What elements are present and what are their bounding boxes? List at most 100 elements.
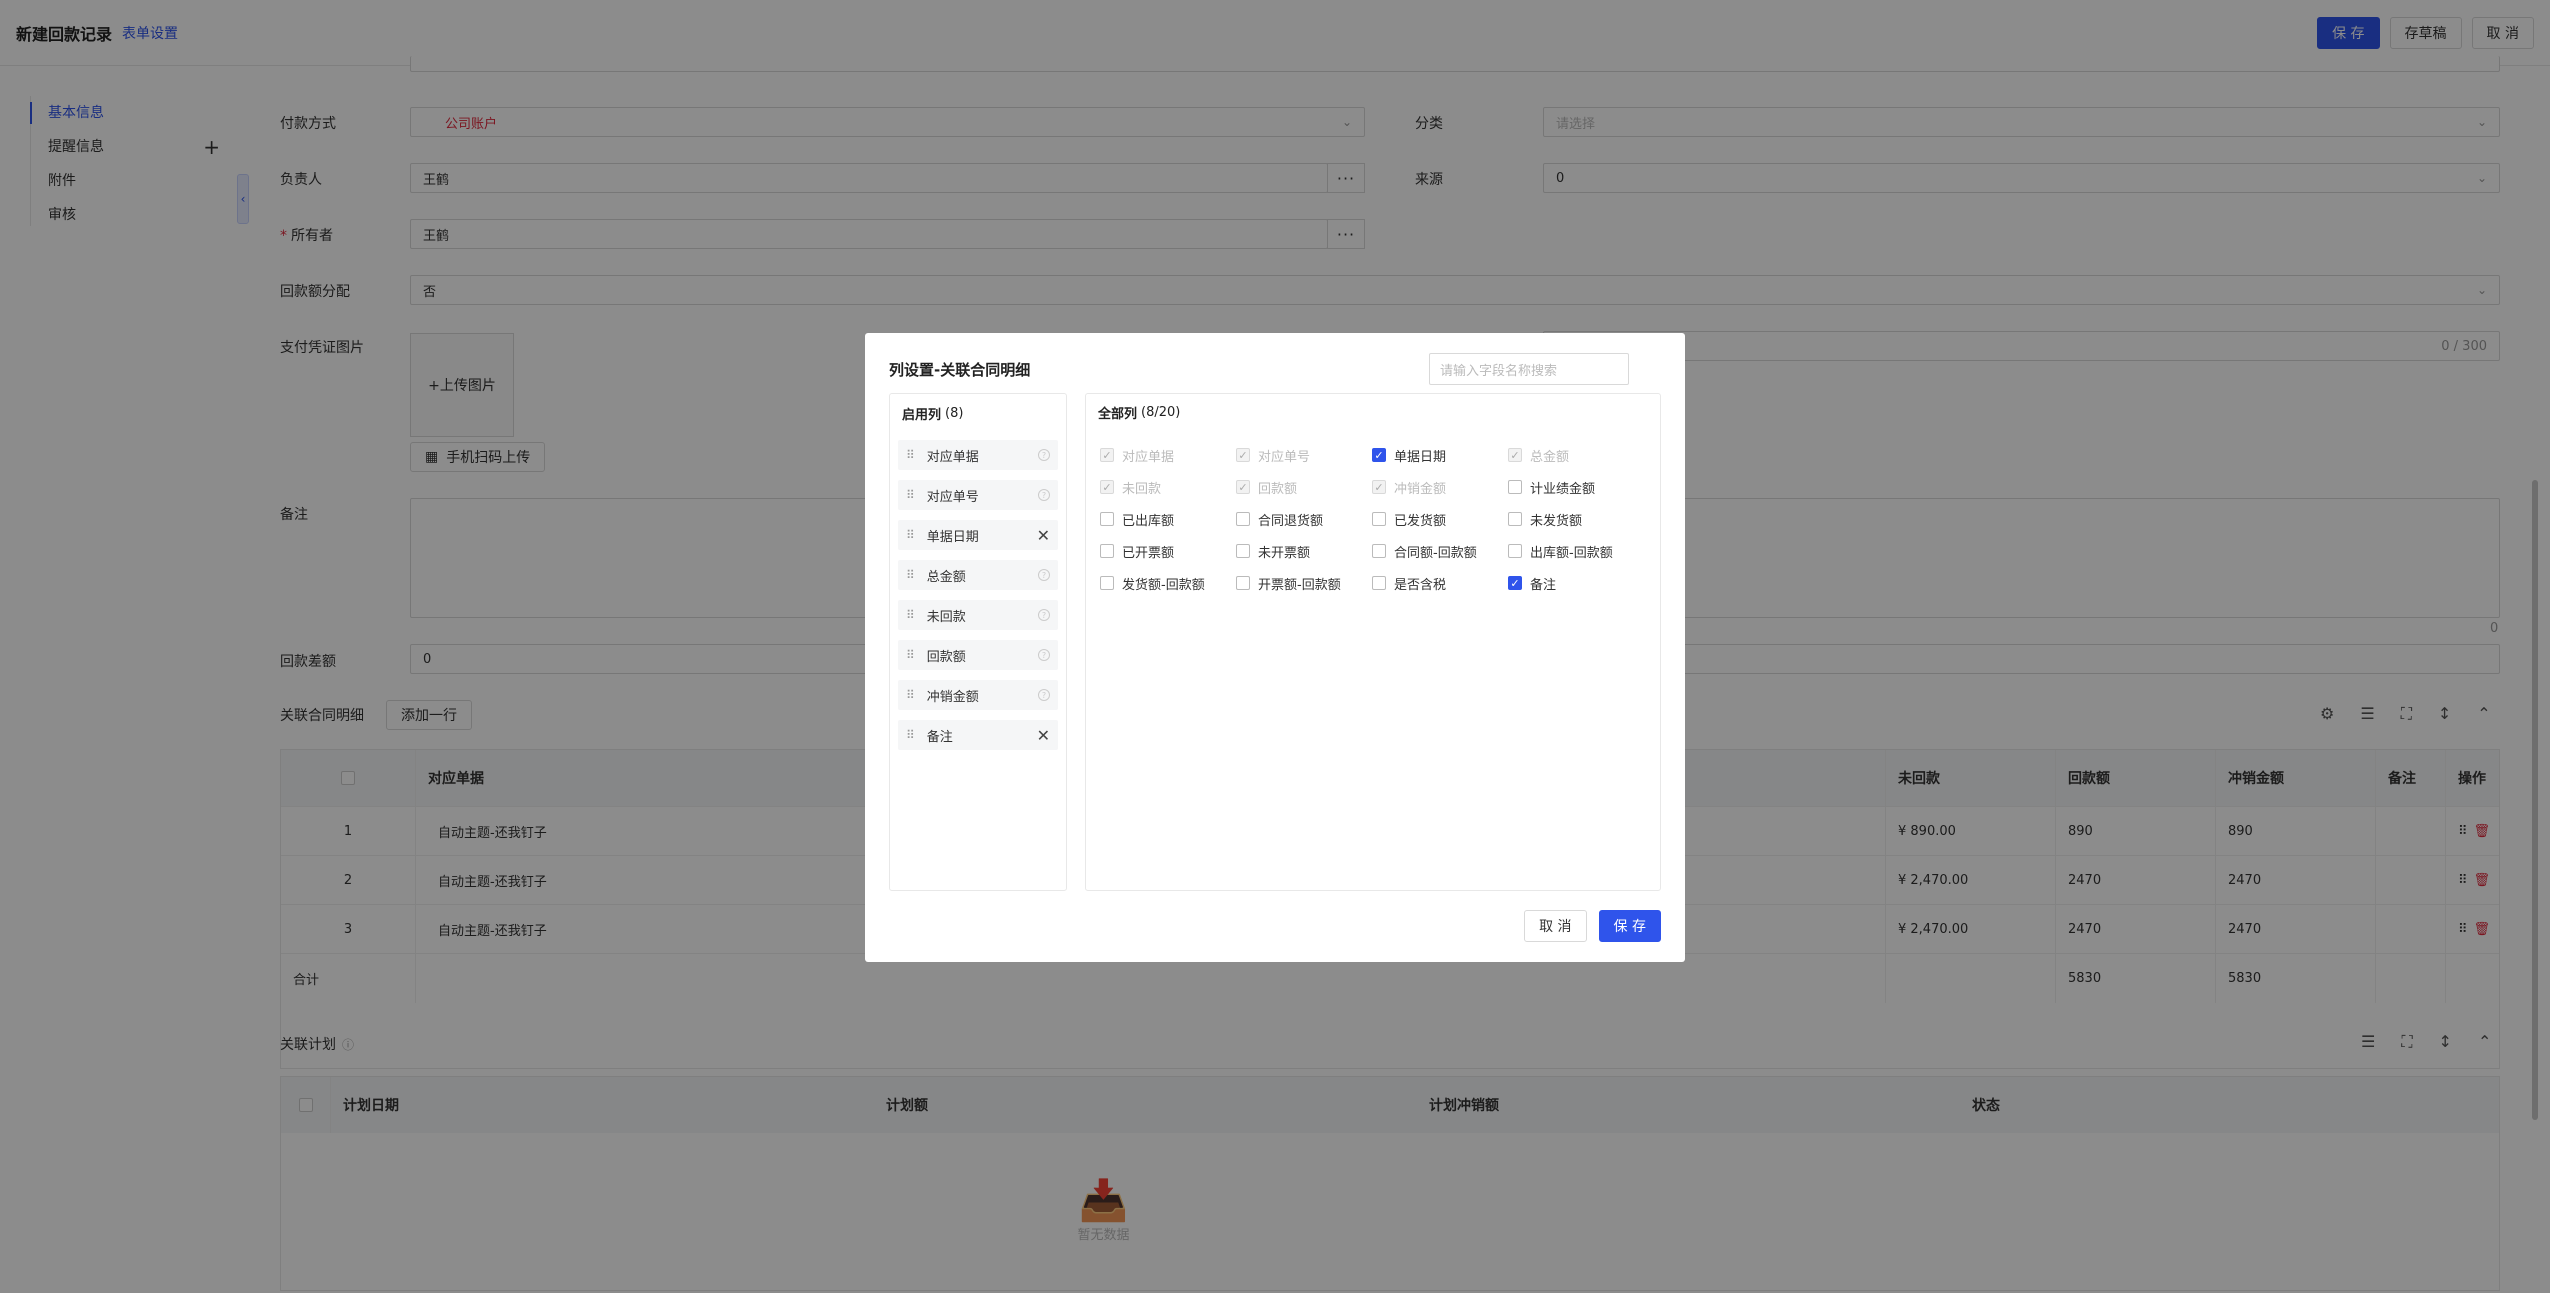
enabled-item[interactable]: ⠿ 单据日期 ✕ — [898, 520, 1058, 550]
enabled-title: 启用列 — [902, 407, 942, 423]
info-icon: ? — [1038, 609, 1050, 621]
checkbox: ✓ — [1100, 448, 1114, 462]
column-option[interactable]: ✓ 备注 — [1508, 572, 1556, 594]
column-settings-dialog: 列设置-关联合同明细 请输入字段名称搜索 启用列 (8) ⠿ 对应单据? ⠿ 对应单号… — [865, 333, 1685, 962]
enabled-columns-header: 启用列 (8) — [890, 394, 975, 432]
checkbox[interactable] — [1100, 544, 1114, 558]
drag-handle-icon[interactable]: ⠿ — [906, 528, 915, 542]
enabled-item-label: 未回款 — [926, 609, 966, 625]
info-icon: ? — [1038, 649, 1050, 661]
column-option[interactable]: 已出库额 — [1100, 508, 1174, 530]
column-option-label: 回款额 — [1258, 481, 1298, 497]
info-icon: ? — [1038, 569, 1050, 581]
drag-handle-icon[interactable]: ⠿ — [906, 448, 915, 462]
checkbox[interactable]: ✓ — [1508, 576, 1522, 590]
checkbox[interactable] — [1508, 512, 1522, 526]
checkbox[interactable] — [1508, 544, 1522, 558]
column-option[interactable]: 合同退货额 — [1236, 508, 1323, 530]
column-option-label: 已出库额 — [1122, 513, 1175, 529]
enabled-columns-panel: 启用列 (8) ⠿ 对应单据? ⠿ 对应单号? ⠿ 单据日期 ✕ ⠿ 总金额? ⠿ 未回款? … — [889, 393, 1067, 891]
enabled-item-label: 回款额 — [926, 649, 966, 665]
checkbox: ✓ — [1236, 448, 1250, 462]
checkbox[interactable] — [1236, 512, 1250, 526]
column-option-label: 是否含税 — [1394, 577, 1447, 593]
drag-handle-icon[interactable]: ⠿ — [906, 648, 915, 662]
column-option: ✓ 对应单号 — [1236, 444, 1310, 466]
info-icon: ? — [1038, 489, 1050, 501]
column-option[interactable]: ✓ 单据日期 — [1372, 444, 1446, 466]
column-option-label: 发货额-回款额 — [1122, 577, 1205, 593]
all-columns-panel: 全部列 (8/20) ✓ 对应单据 ✓ 对应单号 ✓ 单据日期 ✓ 总金额 ✓ 未回款 ✓ 回款额 ✓ 冲销… — [1085, 393, 1661, 891]
column-option[interactable]: 合同额-回款额 — [1372, 540, 1477, 562]
enabled-count: (8) — [945, 405, 964, 421]
column-option: ✓ 总金额 — [1508, 444, 1569, 466]
checkbox[interactable] — [1100, 512, 1114, 526]
column-option-label: 合同退货额 — [1258, 513, 1324, 529]
info-icon: ? — [1038, 689, 1050, 701]
checkbox: ✓ — [1100, 480, 1114, 494]
column-option[interactable]: 已发货额 — [1372, 508, 1446, 530]
checkbox[interactable] — [1100, 576, 1114, 590]
column-option-label: 已发货额 — [1394, 513, 1447, 529]
enabled-item[interactable]: ⠿ 未回款? — [898, 600, 1058, 630]
drag-handle-icon[interactable]: ⠿ — [906, 568, 915, 582]
column-option-label: 总金额 — [1530, 449, 1570, 465]
column-option-label: 开票额-回款额 — [1258, 577, 1341, 593]
column-option[interactable]: 计业绩金额 — [1508, 476, 1595, 498]
column-option[interactable]: 未发货额 — [1508, 508, 1582, 530]
enabled-item[interactable]: ⠿ 总金额? — [898, 560, 1058, 590]
checkbox[interactable] — [1372, 512, 1386, 526]
column-option[interactable]: 已开票额 — [1100, 540, 1174, 562]
all-count: (8/20) — [1141, 404, 1181, 420]
dialog-footer: 取 消 保 存 — [1524, 910, 1661, 942]
column-option: ✓ 冲销金额 — [1372, 476, 1446, 498]
all-title: 全部列 — [1098, 406, 1138, 422]
checkbox[interactable] — [1236, 544, 1250, 558]
enabled-item[interactable]: ⠿ 冲销金额? — [898, 680, 1058, 710]
column-option-label: 备注 — [1530, 577, 1557, 593]
checkbox[interactable] — [1508, 480, 1522, 494]
enabled-item-label: 冲销金额 — [926, 689, 979, 705]
enabled-item[interactable]: ⠿ 对应单号? — [898, 480, 1058, 510]
column-option-label: 计业绩金额 — [1530, 481, 1596, 497]
checkbox[interactable] — [1372, 544, 1386, 558]
drag-handle-icon[interactable]: ⠿ — [906, 608, 915, 622]
column-option[interactable]: 开票额-回款额 — [1236, 572, 1341, 594]
field-search-input[interactable]: 请输入字段名称搜索 — [1429, 353, 1629, 385]
enabled-item-label: 单据日期 — [926, 529, 979, 545]
checkbox: ✓ — [1236, 480, 1250, 494]
checkbox[interactable] — [1236, 576, 1250, 590]
column-option-label: 已开票额 — [1122, 545, 1175, 561]
column-option-label: 未发货额 — [1530, 513, 1583, 529]
drag-handle-icon[interactable]: ⠿ — [906, 728, 915, 742]
column-option: ✓ 未回款 — [1100, 476, 1161, 498]
close-icon[interactable]: ✕ — [1037, 726, 1050, 745]
column-option-label: 单据日期 — [1394, 449, 1447, 465]
drag-handle-icon[interactable]: ⠿ — [906, 488, 915, 502]
dialog-cancel-button[interactable]: 取 消 — [1524, 910, 1587, 942]
dialog-save-button[interactable]: 保 存 — [1598, 910, 1661, 942]
column-option[interactable]: 出库额-回款额 — [1508, 540, 1613, 562]
enabled-item-label: 对应单号 — [926, 489, 979, 505]
info-icon: ? — [1038, 449, 1050, 461]
enabled-item[interactable]: ⠿ 备注 ✕ — [898, 720, 1058, 750]
checkbox: ✓ — [1508, 448, 1522, 462]
close-icon[interactable]: ✕ — [1037, 526, 1050, 545]
drag-handle-icon[interactable]: ⠿ — [906, 688, 915, 702]
column-option-label: 合同额-回款额 — [1394, 545, 1477, 561]
column-option[interactable]: 未开票额 — [1236, 540, 1310, 562]
all-columns-header: 全部列 (8/20) — [1086, 394, 1193, 432]
column-option-label: 未开票额 — [1258, 545, 1311, 561]
checkbox: ✓ — [1372, 480, 1386, 494]
checkbox[interactable] — [1372, 576, 1386, 590]
dialog-title: 列设置-关联合同明细 — [889, 361, 1031, 379]
column-option-label: 对应单据 — [1122, 449, 1175, 465]
enabled-item-label: 对应单据 — [926, 449, 979, 465]
enabled-item[interactable]: ⠿ 对应单据? — [898, 440, 1058, 470]
search-placeholder: 请输入字段名称搜索 — [1440, 363, 1558, 379]
column-option[interactable]: 发货额-回款额 — [1100, 572, 1205, 594]
checkbox[interactable]: ✓ — [1372, 448, 1386, 462]
enabled-item[interactable]: ⠿ 回款额? — [898, 640, 1058, 670]
enabled-item-label: 备注 — [926, 729, 953, 745]
column-option[interactable]: 是否含税 — [1372, 572, 1446, 594]
